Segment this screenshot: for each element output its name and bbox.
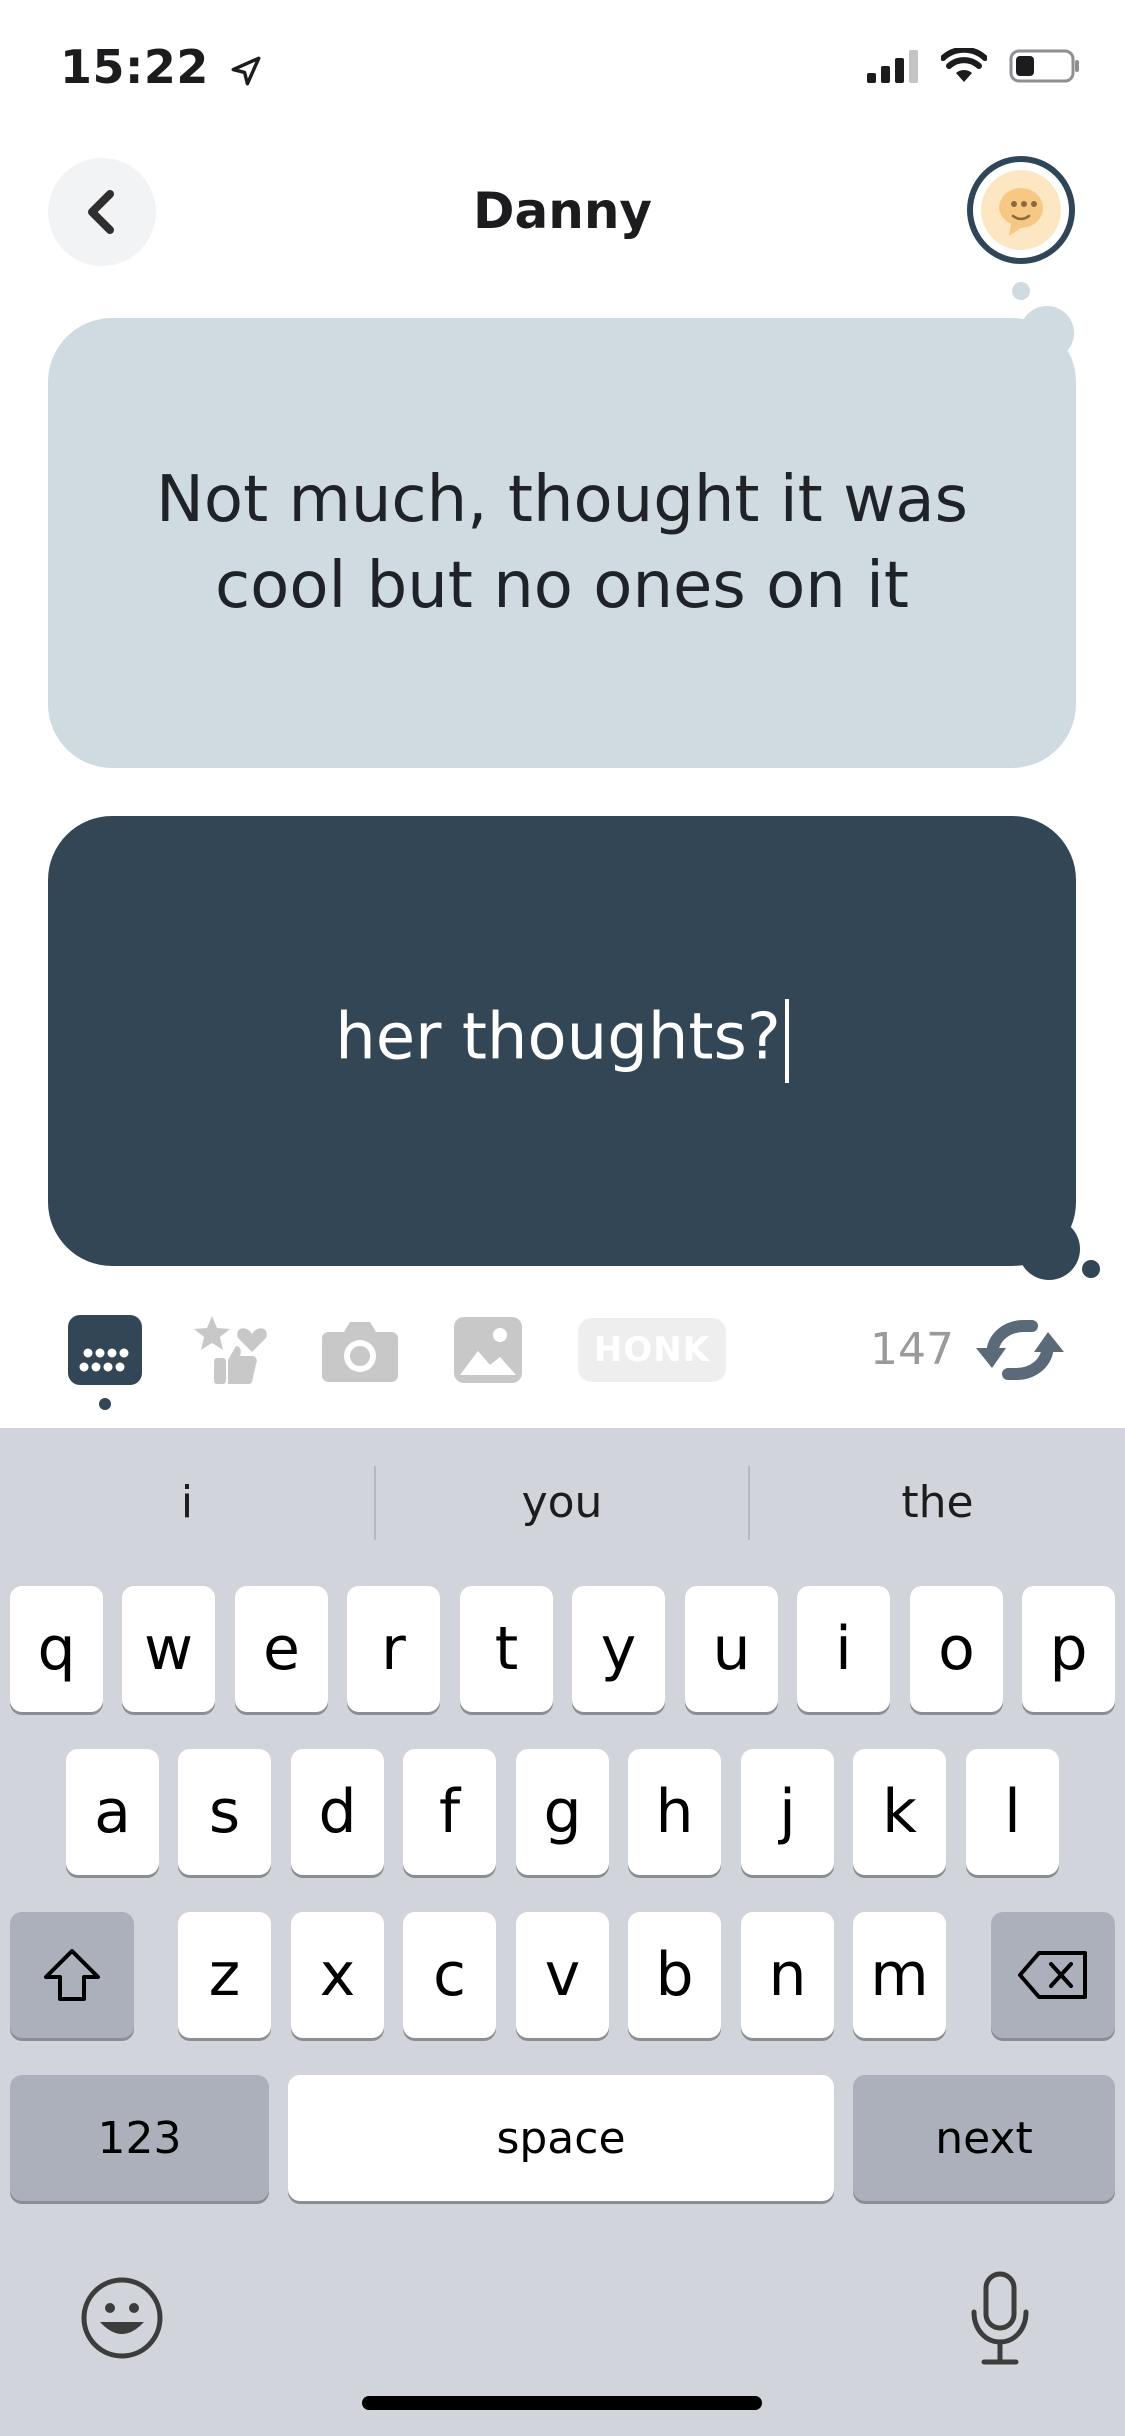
honk-button[interactable]: HONK bbox=[578, 1318, 726, 1382]
backspace-key[interactable] bbox=[991, 1912, 1115, 2038]
bubble-tail-dot bbox=[1018, 1218, 1080, 1280]
signal-icon bbox=[867, 50, 918, 83]
suggestion-item[interactable]: you bbox=[376, 1460, 748, 1544]
status-time-text: 15:22 bbox=[60, 40, 209, 94]
suggestion-item[interactable]: i bbox=[0, 1460, 374, 1544]
key[interactable]: z bbox=[178, 1912, 271, 2038]
next-key[interactable]: next bbox=[853, 2075, 1115, 2201]
bubble-tail-dot bbox=[1012, 282, 1030, 300]
key[interactable]: k bbox=[853, 1749, 946, 1875]
camera-icon bbox=[322, 1322, 398, 1382]
backspace-icon bbox=[1018, 1951, 1087, 1999]
emoji-icon bbox=[81, 2277, 163, 2359]
numbers-key[interactable]: 123 bbox=[10, 2075, 269, 2201]
key[interactable]: t bbox=[460, 1586, 553, 1712]
key[interactable]: p bbox=[1022, 1586, 1115, 1712]
keyboard-mode-button[interactable] bbox=[68, 1312, 142, 1388]
camera-button[interactable] bbox=[322, 1312, 398, 1388]
photo-library-button[interactable] bbox=[454, 1312, 522, 1388]
key[interactable]: f bbox=[403, 1749, 496, 1875]
shift-key[interactable] bbox=[10, 1912, 134, 2038]
key[interactable]: e bbox=[235, 1586, 328, 1712]
key[interactable]: h bbox=[628, 1749, 721, 1875]
dictation-button[interactable] bbox=[968, 2270, 1032, 2366]
chat-avatar-icon bbox=[981, 170, 1061, 250]
key[interactable]: j bbox=[741, 1749, 834, 1875]
key[interactable]: i bbox=[797, 1586, 890, 1712]
active-tab-indicator bbox=[99, 1398, 111, 1410]
text-caret bbox=[784, 999, 789, 1083]
status-indicators bbox=[867, 48, 1081, 84]
wifi-icon bbox=[941, 48, 987, 82]
location-arrow-icon bbox=[232, 56, 261, 85]
key[interactable]: x bbox=[291, 1912, 384, 2038]
bubble-tail-dot bbox=[1082, 1260, 1100, 1278]
incoming-message-text: Not much, thought it was cool but no one… bbox=[156, 463, 968, 623]
conversation-title: Danny bbox=[472, 182, 653, 240]
stickers-icon bbox=[194, 1316, 267, 1384]
refresh-icon bbox=[976, 1320, 1064, 1380]
key[interactable]: r bbox=[347, 1586, 440, 1712]
shift-icon bbox=[44, 1949, 100, 2001]
battery-icon bbox=[1009, 49, 1079, 83]
key[interactable]: v bbox=[516, 1912, 609, 2038]
stickers-button[interactable] bbox=[190, 1312, 276, 1388]
key[interactable]: d bbox=[291, 1749, 384, 1875]
compose-message-input[interactable]: her thoughts? bbox=[335, 999, 789, 1083]
contact-avatar[interactable] bbox=[967, 156, 1075, 264]
key[interactable]: y bbox=[572, 1586, 665, 1712]
key[interactable]: s bbox=[178, 1749, 271, 1875]
photo-icon bbox=[454, 1317, 522, 1383]
space-key[interactable]: space bbox=[288, 2075, 834, 2201]
compose-message-bubble[interactable]: her thoughts? bbox=[48, 816, 1076, 1266]
key[interactable]: n bbox=[741, 1912, 834, 2038]
key[interactable]: l bbox=[966, 1749, 1059, 1875]
key[interactable]: o bbox=[910, 1586, 1003, 1712]
key[interactable]: q bbox=[10, 1586, 103, 1712]
key[interactable]: a bbox=[66, 1749, 159, 1875]
suggestion-item[interactable]: the bbox=[750, 1460, 1125, 1544]
character-count: 147 bbox=[870, 1324, 954, 1375]
incoming-message-bubble: Not much, thought it was cool but no one… bbox=[48, 318, 1076, 768]
emoji-button[interactable] bbox=[80, 2276, 164, 2360]
compose-text: her thoughts? bbox=[335, 1000, 781, 1075]
microphone-icon bbox=[971, 2271, 1029, 2365]
key[interactable]: u bbox=[685, 1586, 778, 1712]
key[interactable]: m bbox=[853, 1912, 946, 2038]
key[interactable]: b bbox=[628, 1912, 721, 2038]
refresh-button[interactable] bbox=[972, 1312, 1068, 1388]
status-time: 15:22 bbox=[60, 40, 263, 94]
key[interactable]: c bbox=[403, 1912, 496, 2038]
key[interactable]: g bbox=[516, 1749, 609, 1875]
key[interactable]: w bbox=[122, 1586, 215, 1712]
keyboard-icon bbox=[68, 1315, 142, 1385]
home-indicator bbox=[362, 2396, 762, 2410]
